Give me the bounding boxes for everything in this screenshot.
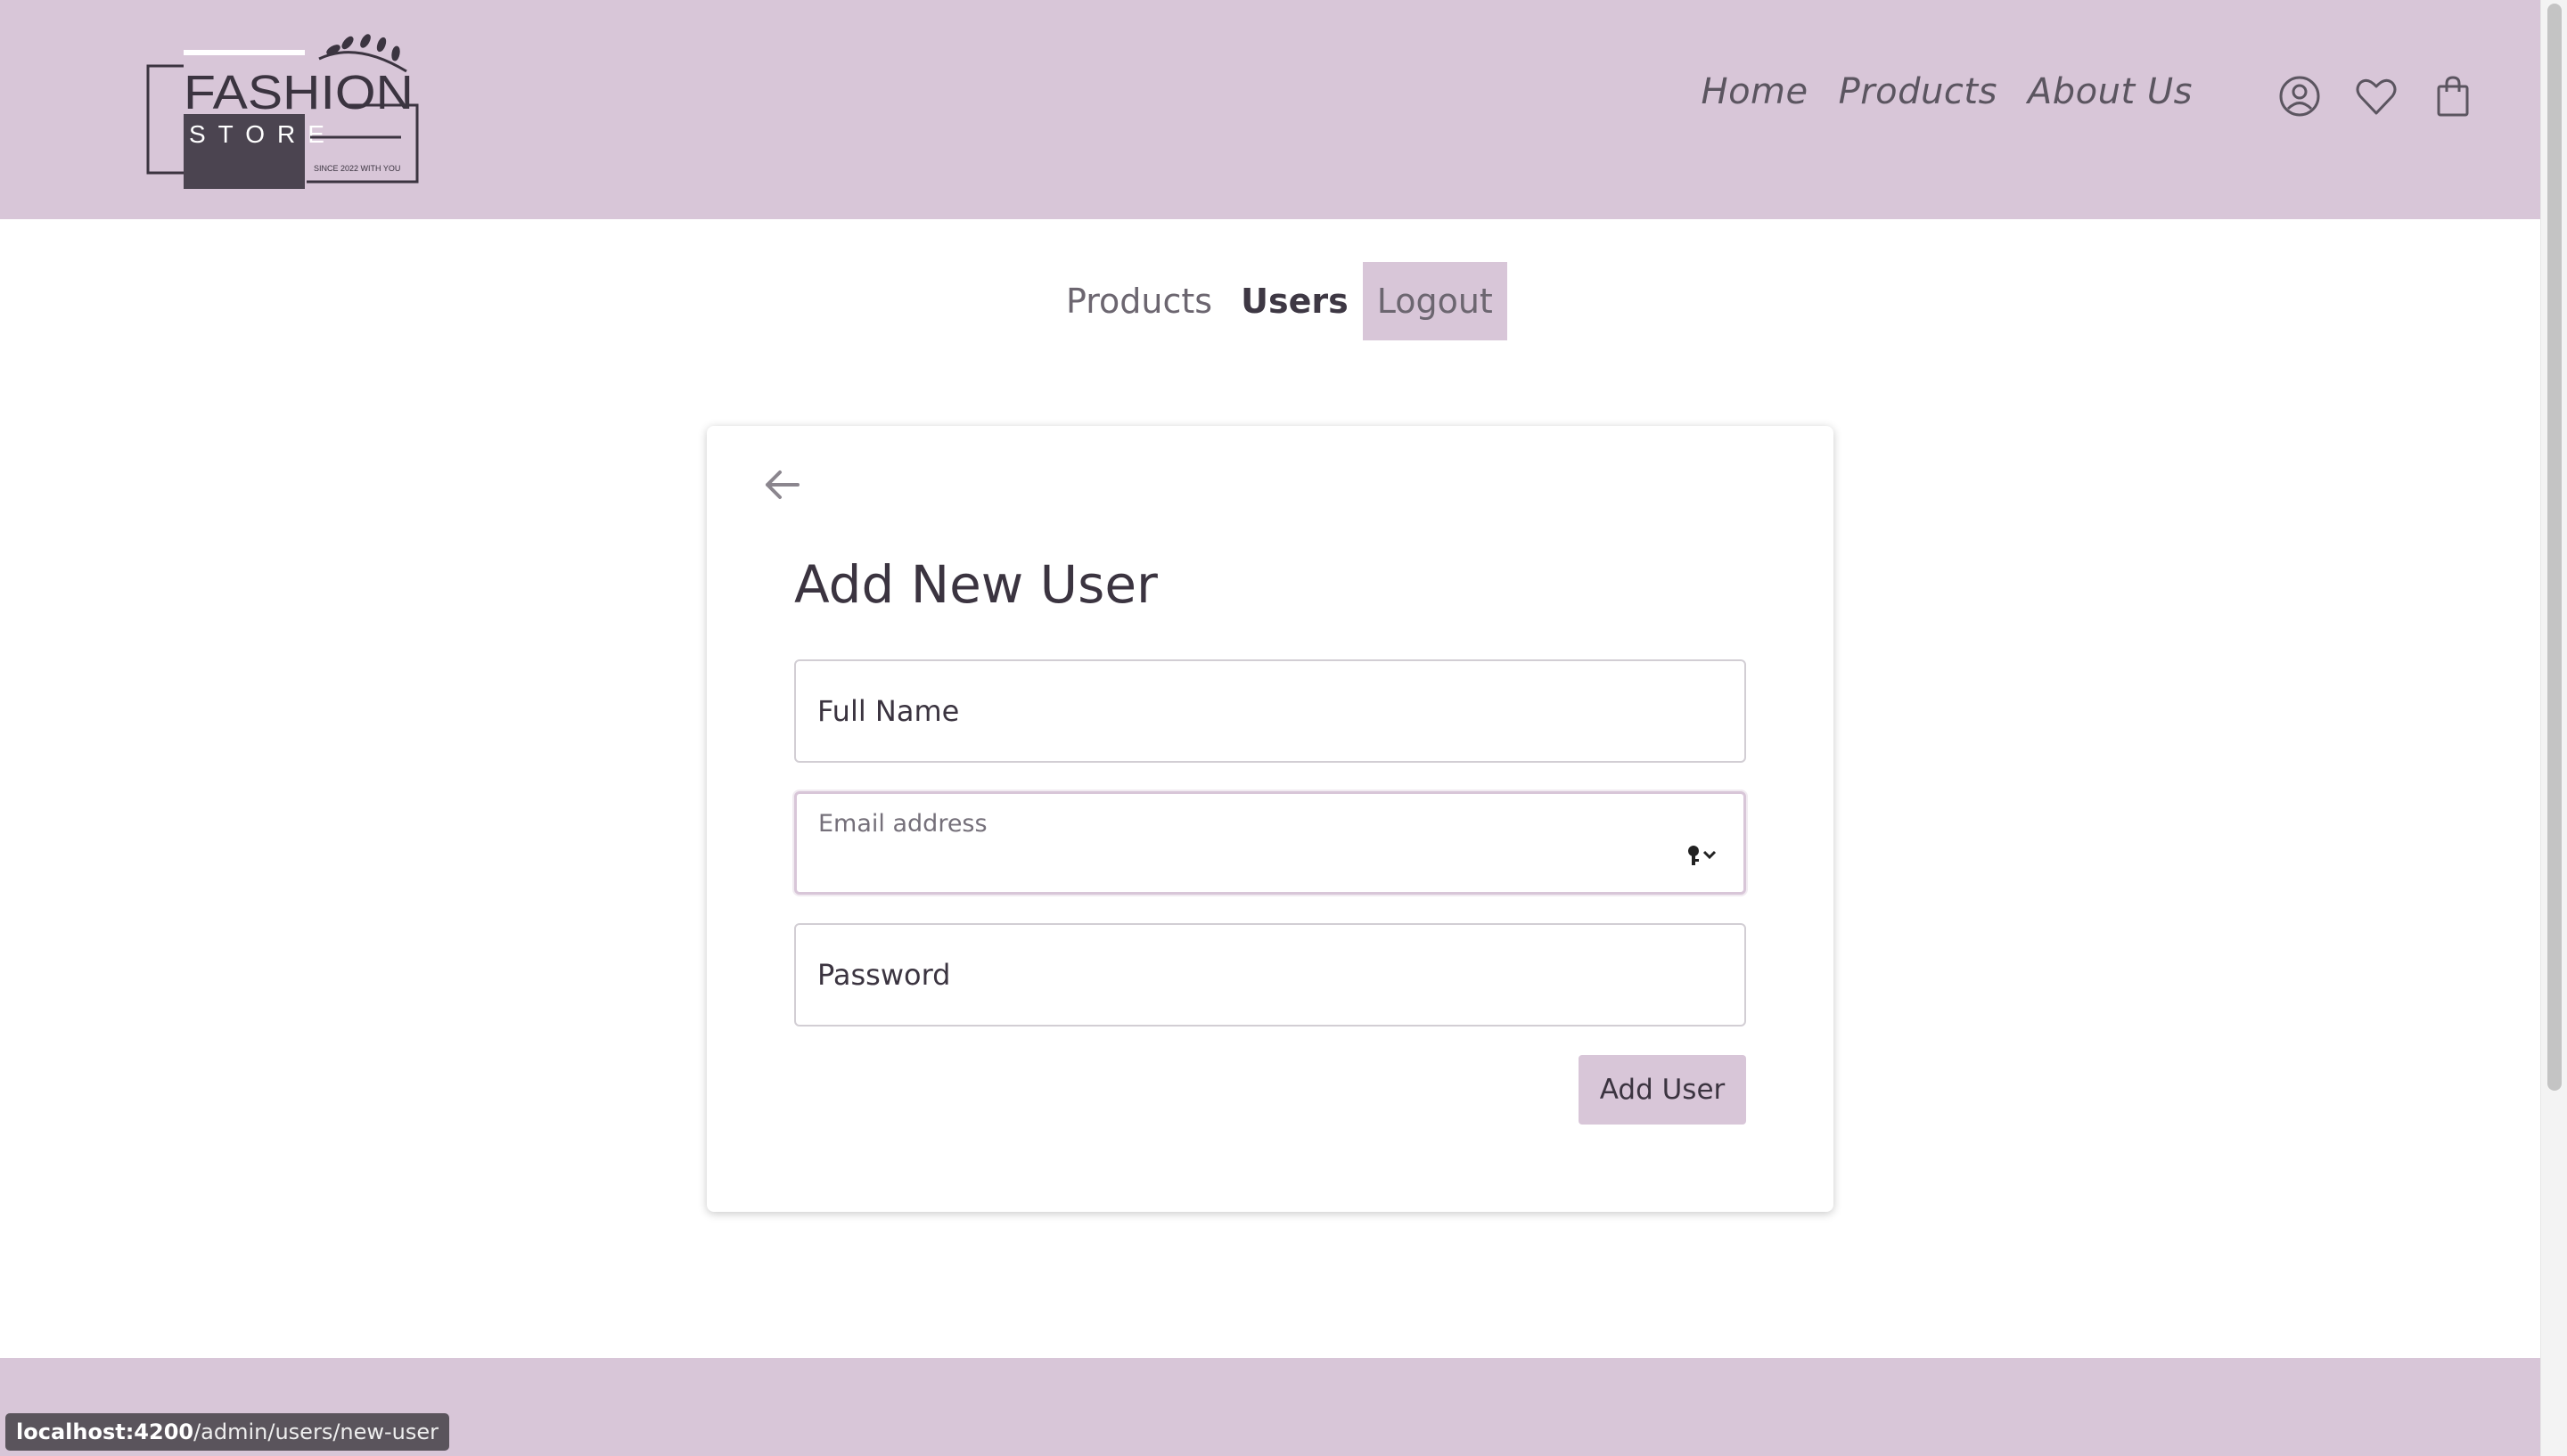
- admin-nav-users[interactable]: Users: [1226, 262, 1363, 340]
- site-header: FASHION STORE SINCE 2022 WITH YOU Home P…: [0, 0, 2540, 219]
- heart-icon[interactable]: [2354, 73, 2399, 119]
- status-path: /admin/users/new-user: [193, 1419, 439, 1444]
- logo-tagline: SINCE 2022 WITH YOU: [314, 164, 400, 173]
- email-field[interactable]: Email address: [794, 791, 1746, 895]
- status-host: localhost:4200: [16, 1419, 194, 1444]
- user-icon[interactable]: [2277, 73, 2322, 119]
- logo-text-store: STORE: [189, 120, 337, 148]
- main-nav: Home Products About Us: [1701, 71, 2193, 112]
- logout-button[interactable]: Logout: [1362, 262, 1507, 340]
- key-icon[interactable]: [1685, 844, 1720, 867]
- page-scrollbar[interactable]: [2540, 0, 2567, 1456]
- page-title: Add New User: [794, 554, 1158, 615]
- logo-text-fashion: FASHION: [184, 66, 414, 119]
- header-icons: [2277, 73, 2475, 119]
- nav-products[interactable]: Products: [1839, 71, 1997, 112]
- password-input[interactable]: [817, 925, 1723, 1025]
- shopping-bag-icon[interactable]: [2431, 73, 2475, 119]
- admin-nav: Products Users Logout: [1052, 262, 1507, 340]
- nav-about-us[interactable]: About Us: [2028, 71, 2193, 112]
- fashion-store-logo[interactable]: FASHION STORE SINCE 2022 WITH YOU: [143, 23, 428, 192]
- password-field[interactable]: [794, 923, 1746, 1027]
- link-status-bar: localhost:4200/admin/users/new-user: [5, 1413, 450, 1451]
- full-name-input[interactable]: [817, 661, 1723, 761]
- scrollbar-thumb[interactable]: [2547, 4, 2562, 1091]
- add-user-button[interactable]: Add User: [1579, 1055, 1746, 1125]
- arrow-left-icon[interactable]: [762, 467, 801, 503]
- admin-nav-products[interactable]: Products: [1052, 262, 1226, 340]
- add-user-card: Add New User Email address Add User: [707, 426, 1833, 1212]
- email-input[interactable]: [818, 830, 1722, 892]
- full-name-field[interactable]: [794, 659, 1746, 763]
- nav-home[interactable]: Home: [1701, 71, 1808, 112]
